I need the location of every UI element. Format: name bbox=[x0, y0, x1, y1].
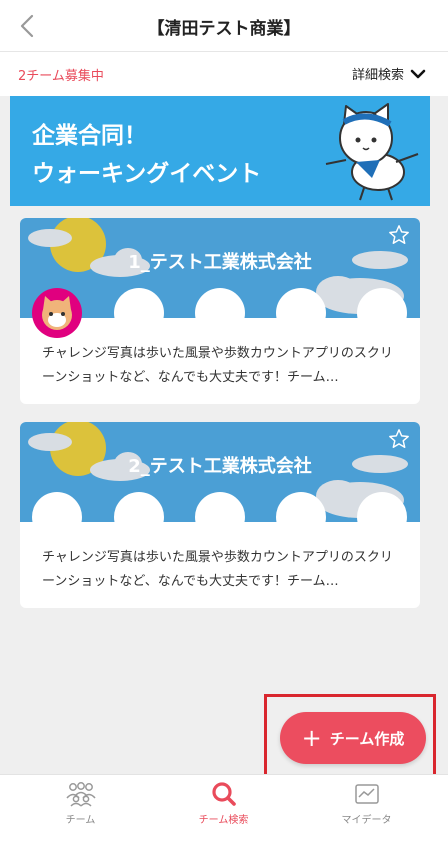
team-people-icon bbox=[65, 782, 96, 807]
chevron-left-icon bbox=[20, 14, 34, 38]
tab-team-search[interactable]: チーム検索 bbox=[149, 781, 298, 841]
avatar-placeholder bbox=[195, 492, 245, 542]
avatar-placeholder bbox=[32, 492, 82, 542]
detail-search-button[interactable]: 詳細検索 bbox=[352, 64, 426, 83]
team-card[interactable]: 2_テスト工業株式会社 チャレンジ写真は歩いた風景や歩数カウントアプリのスクリー… bbox=[20, 422, 420, 608]
create-team-button[interactable]: + チーム作成 bbox=[280, 712, 426, 764]
back-button[interactable] bbox=[12, 10, 42, 42]
bottom-tab-bar: チーム チーム検索 マイデータ bbox=[0, 774, 448, 844]
team-name: 2_テスト工業株式会社 bbox=[128, 456, 312, 477]
avatar-placeholder bbox=[195, 288, 245, 338]
team-name: 1_テスト工業株式会社 bbox=[128, 252, 312, 273]
tab-my-data[interactable]: マイデータ bbox=[292, 781, 441, 841]
app-header: 【清田テスト商業】 bbox=[0, 0, 448, 52]
tab-label: チーム検索 bbox=[198, 815, 249, 826]
plus-icon: + bbox=[301, 724, 322, 752]
avatar-placeholder bbox=[114, 492, 164, 542]
avatar-placeholder bbox=[276, 492, 326, 542]
member-avatars bbox=[32, 288, 412, 340]
favorite-star-icon[interactable] bbox=[388, 428, 410, 450]
tab-label: マイデータ bbox=[341, 815, 392, 826]
create-team-label: チーム作成 bbox=[329, 729, 405, 748]
team-card[interactable]: 1_テスト工業株式会社 チャレンジ写真は歩いた風景や歩数カウントアプリのスクリー… bbox=[20, 218, 420, 404]
event-banner[interactable]: 企業合同！ ウォーキングイベント bbox=[10, 96, 430, 206]
team-description: チャレンジ写真は歩いた風景や歩数カウントアプリのスクリーンショットなど、なんでも… bbox=[42, 346, 393, 385]
avatar-placeholder bbox=[357, 288, 407, 338]
page-title: 【清田テスト商業】 bbox=[147, 19, 301, 39]
tab-team[interactable]: チーム bbox=[6, 781, 155, 841]
member-avatars bbox=[32, 492, 412, 544]
banner-line-2: ウォーキングイベント bbox=[32, 160, 262, 186]
team-list-area: 企業合同！ ウォーキングイベント 1_テスト工業株式会社 チャレンジ写真は歩いた… bbox=[0, 96, 448, 774]
banner-text: 企業合同！ ウォーキングイベント bbox=[32, 116, 261, 192]
detail-search-label: 詳細検索 bbox=[351, 68, 404, 83]
avatar-placeholder bbox=[114, 288, 164, 338]
favorite-star-icon[interactable] bbox=[388, 224, 410, 246]
banner-line-1: 企業合同！ bbox=[32, 122, 147, 148]
team-description: チャレンジ写真は歩いた風景や歩数カウントアプリのスクリーンショットなど、なんでも… bbox=[42, 550, 393, 589]
chevron-down-icon bbox=[410, 69, 426, 78]
tab-label: チーム bbox=[65, 815, 96, 826]
avatar bbox=[32, 288, 82, 338]
avatar-placeholder bbox=[357, 492, 407, 542]
recruiting-count: 2チーム募集中 bbox=[18, 69, 104, 84]
filter-bar: 2チーム募集中 詳細検索 bbox=[0, 52, 448, 96]
chart-data-icon bbox=[354, 784, 379, 804]
search-icon bbox=[211, 782, 236, 806]
cat-mascot-illustration bbox=[325, 103, 419, 201]
cat-avatar-icon bbox=[42, 296, 72, 330]
avatar-placeholder bbox=[276, 288, 326, 338]
